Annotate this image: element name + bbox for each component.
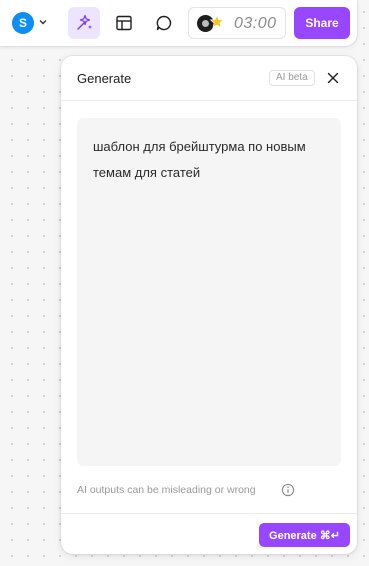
panel-title: Generate [77, 71, 132, 86]
timer-widget[interactable]: 03:00 [188, 7, 286, 39]
ai-beta-badge: AI beta [269, 70, 315, 86]
layout-icon [116, 15, 132, 31]
panel-header: Generate AI beta [61, 56, 357, 101]
star-icon [209, 14, 225, 29]
footer-divider [61, 513, 357, 514]
prompt-textarea[interactable]: шаблон для брейштурма по новым темам для… [77, 118, 341, 466]
timer-value: 03:00 [234, 15, 277, 32]
comment-tool-button[interactable] [148, 7, 180, 39]
close-icon [327, 72, 339, 84]
ai-disclaimer: AI outputs can be misleading or wrong [77, 484, 256, 496]
ai-tool-button[interactable] [68, 7, 100, 39]
close-button[interactable] [325, 70, 341, 86]
top-toolbar: S 03:00 Share [0, 0, 357, 46]
chevron-down-icon[interactable] [38, 17, 48, 27]
info-icon[interactable] [281, 483, 295, 497]
layout-tool-button[interactable] [108, 7, 140, 39]
comment-icon [156, 15, 172, 31]
generate-panel: Generate AI beta шаблон для брейштурма п… [61, 56, 357, 554]
sparkle-wand-icon [77, 14, 92, 30]
generate-button[interactable]: Generate ⌘↵ [259, 523, 350, 547]
share-button[interactable]: Share [294, 7, 350, 39]
user-avatar[interactable]: S [12, 12, 34, 34]
